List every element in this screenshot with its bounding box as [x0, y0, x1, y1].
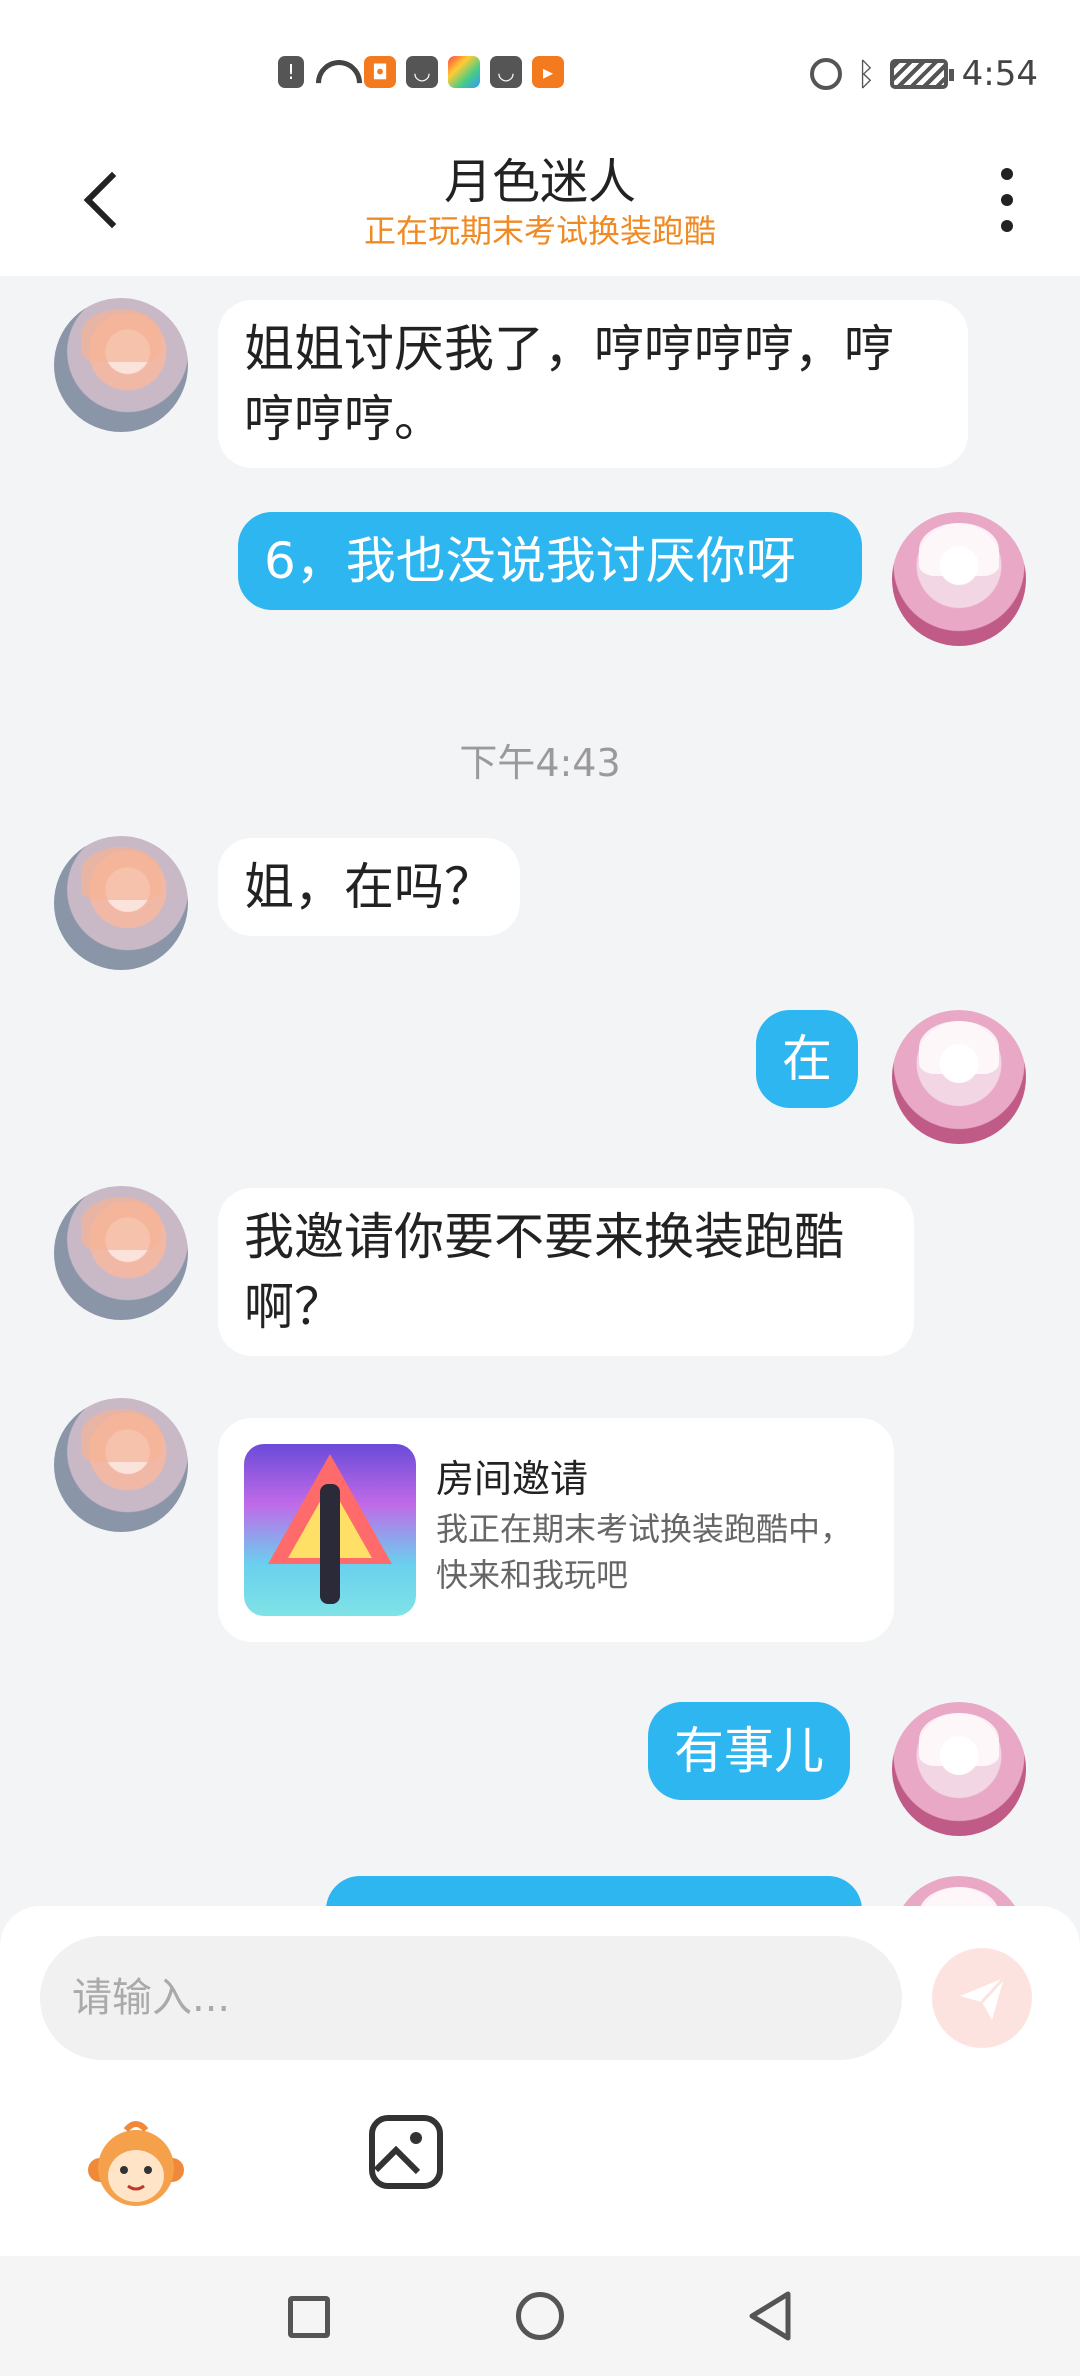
app-rainbow-icon [448, 56, 480, 88]
room-invite-card[interactable]: 房间邀请 我正在期末考试换装跑酷中，快来和我玩吧 [218, 1418, 894, 1642]
my-avatar[interactable] [892, 1010, 1026, 1144]
friend-avatar[interactable] [54, 1398, 188, 1532]
message-timestamp: 下午4:43 [459, 741, 621, 785]
battery-icon [889, 59, 954, 89]
system-nav-bar [0, 2256, 1080, 2376]
image-icon [369, 2115, 443, 2189]
alert-icon: ! [278, 56, 304, 88]
dot-icon [1001, 220, 1013, 232]
image-button[interactable] [368, 2114, 444, 2190]
send-icon [960, 1976, 1006, 2020]
my-avatar[interactable] [892, 1702, 1026, 1836]
status-bar-system: ᛒ 4:54 [810, 54, 1038, 94]
message-input[interactable] [40, 1936, 902, 2060]
contact-name: 月色迷人 [443, 154, 636, 210]
message-bubble-sent[interactable]: 在 [756, 1010, 858, 1108]
home-button[interactable] [516, 2292, 564, 2340]
invite-title: 房间邀请 [436, 1457, 589, 1501]
message-bubble-received[interactable]: 姐姐讨厌我了，哼哼哼哼，哼哼哼哼。 [218, 300, 968, 468]
friend-avatar[interactable] [54, 836, 188, 970]
message-list[interactable]: 姐姐讨厌我了，哼哼哼哼，哼哼哼哼。 6，我也没说我讨厌你呀 下午4:43 姐，在… [0, 276, 1080, 1906]
message-bubble-received[interactable]: 我邀请你要不要来换装跑酷啊？ [218, 1188, 914, 1356]
bag-icon: ◡ [406, 56, 438, 88]
send-button[interactable] [932, 1948, 1032, 2048]
dot-icon [1001, 168, 1013, 180]
wifi-icon [314, 56, 354, 88]
nav-back-button[interactable] [746, 2290, 796, 2342]
app-orange-icon: ◘ [364, 56, 396, 88]
alarm-icon [810, 58, 843, 90]
emoji-button[interactable] [86, 2114, 186, 2214]
play-icon: ▸ [532, 56, 564, 88]
message-bubble-sent[interactable] [326, 1876, 862, 1906]
more-options-button[interactable] [992, 160, 1022, 240]
message-bubble-sent[interactable]: 6，我也没说我讨厌你呀 [238, 512, 862, 610]
my-avatar[interactable] [892, 1876, 1026, 1906]
message-bubble-sent[interactable]: 有事儿 [648, 1702, 850, 1800]
invite-description: 我正在期末考试换装跑酷中，快来和我玩吧 [436, 1510, 853, 1594]
friend-avatar[interactable] [54, 1186, 188, 1320]
message-bubble-received[interactable]: 姐，在吗？ [218, 838, 520, 936]
friend-avatar[interactable] [54, 298, 188, 432]
recent-apps-button[interactable] [288, 2296, 330, 2338]
dot-icon [1001, 194, 1013, 206]
my-avatar[interactable] [892, 512, 1026, 646]
chat-header: 月色迷人 正在玩期末考试换装跑酷 [0, 130, 1080, 276]
bag-icon: ◡ [490, 56, 522, 88]
input-panel [0, 1906, 1080, 2256]
status-bar-notifications: ! ◘ ◡ ◡ ▸ [278, 56, 564, 88]
contact-status: 正在玩期末考试换装跑酷 [363, 212, 716, 250]
monkey-emoji-icon [88, 2121, 184, 2206]
status-bar: ! ◘ ◡ ◡ ▸ ᛒ 4:54 [0, 0, 1080, 130]
game-thumbnail [244, 1444, 416, 1616]
status-time: 4:54 [961, 54, 1038, 94]
bluetooth-icon: ᛒ [856, 55, 876, 93]
